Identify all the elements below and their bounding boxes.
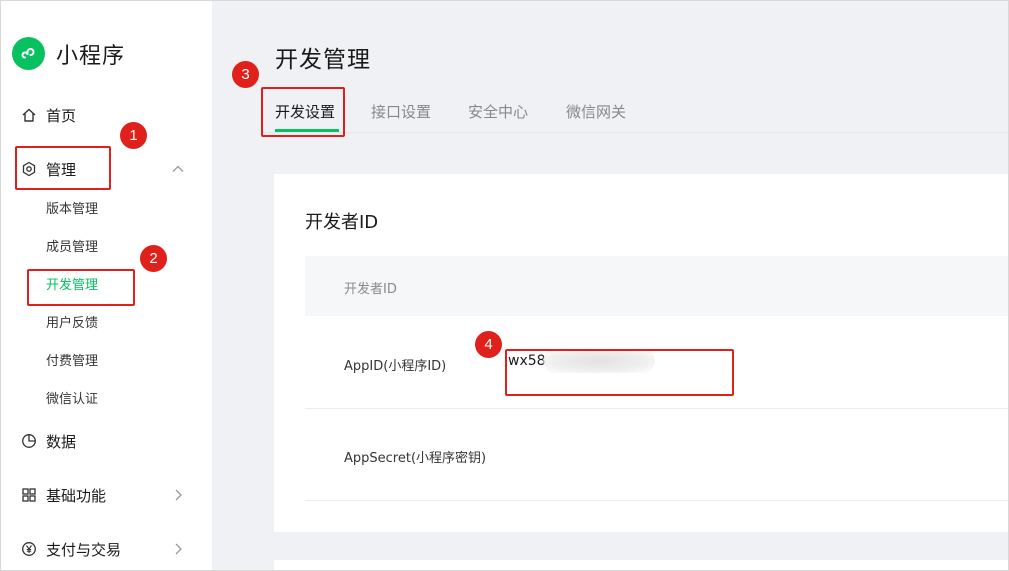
pie-chart-icon: [20, 433, 37, 450]
row-divider: [305, 500, 1009, 501]
row-divider: [305, 408, 1009, 409]
sidebar-subitem-members[interactable]: 成员管理: [46, 238, 98, 258]
sidebar-item-label: 支付与交易: [46, 540, 122, 559]
appid-label: AppID(小程序ID): [344, 359, 447, 374]
sidebar-item-label: 首页: [46, 106, 77, 125]
sidebar-item-label: 数据: [46, 432, 77, 451]
chevron-up-icon[interactable]: [172, 163, 184, 175]
chevron-right-icon[interactable]: [172, 489, 184, 501]
sidebar-subitem-billing[interactable]: 付费管理: [46, 352, 98, 372]
table-column-header: 开发者ID: [344, 282, 397, 297]
table-header: [305, 256, 1009, 316]
sidebar-subitem-version[interactable]: 版本管理: [46, 200, 98, 220]
tab-wechat-gateway[interactable]: 微信网关: [566, 101, 626, 122]
annotation-badge-1: 1: [120, 122, 147, 149]
tab-security-center[interactable]: 安全中心: [468, 101, 528, 122]
sidebar-item-home[interactable]: 首页: [20, 103, 76, 127]
tab-api-settings[interactable]: 接口设置: [371, 101, 431, 122]
annotation-badge-3: 3: [232, 61, 259, 88]
annotation-badge-4: 4: [475, 331, 502, 358]
redacted-value: [543, 349, 655, 373]
sidebar-item-payment[interactable]: 支付与交易: [20, 537, 121, 561]
mini-program-logo-icon: [12, 37, 45, 70]
sidebar-subitem-development[interactable]: 开发管理: [46, 276, 98, 296]
tabs-divider: [262, 132, 1009, 133]
sidebar: 小程序 首页 管理 版本管理 成员管理 开发管理 用户反馈 付费管理 微信认证 …: [0, 0, 212, 571]
grid-icon: [20, 487, 37, 504]
page-title: 开发管理: [275, 47, 371, 73]
hexagon-settings-icon: [20, 161, 37, 178]
appsecret-label: AppSecret(小程序密钥): [344, 451, 487, 466]
chevron-right-icon[interactable]: [172, 543, 184, 555]
home-icon: [20, 107, 37, 124]
brand-title: 小程序: [56, 43, 126, 69]
next-card: [274, 560, 1009, 571]
sidebar-item-label: 管理: [46, 160, 77, 179]
sidebar-item-data[interactable]: 数据: [20, 429, 76, 453]
tab-dev-settings[interactable]: 开发设置: [275, 101, 335, 122]
brand[interactable]: 小程序: [12, 37, 125, 70]
yen-coin-icon: [20, 541, 37, 558]
sidebar-item-basic-features[interactable]: 基础功能: [20, 483, 106, 507]
annotation-badge-2: 2: [140, 245, 167, 272]
sidebar-subitem-verification[interactable]: 微信认证: [46, 390, 98, 410]
active-tab-indicator: [275, 129, 339, 132]
appid-value[interactable]: wx58: [508, 353, 546, 369]
sidebar-subitem-feedback[interactable]: 用户反馈: [46, 314, 98, 334]
card-title: 开发者ID: [305, 212, 379, 233]
sidebar-item-label: 基础功能: [46, 486, 107, 505]
sidebar-item-manage[interactable]: 管理: [20, 157, 76, 181]
